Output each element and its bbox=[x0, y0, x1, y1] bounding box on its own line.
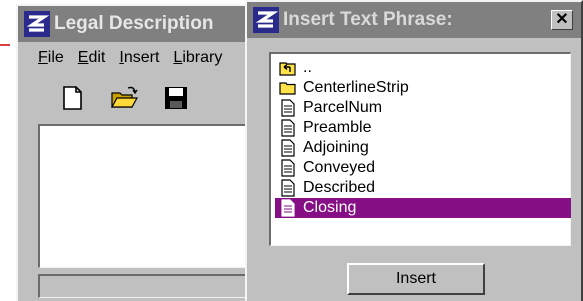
close-icon: ✕ bbox=[555, 11, 569, 28]
menu-file-label: ile bbox=[47, 49, 64, 66]
list-item-label: Closing bbox=[303, 199, 357, 216]
list-item-label: Conveyed bbox=[303, 159, 376, 176]
new-document-button[interactable] bbox=[58, 84, 86, 112]
list-item-selected[interactable]: Closing bbox=[275, 198, 571, 218]
insert-button[interactable]: Insert bbox=[347, 263, 485, 295]
menu-insert-label: nsert bbox=[123, 49, 160, 66]
app-logo-icon bbox=[24, 11, 50, 37]
insert-button-label: Insert bbox=[395, 270, 436, 287]
phrase-list[interactable]: .. CenterlineStrip ParcelNum Preamble Ad… bbox=[269, 52, 571, 246]
list-item[interactable]: Adjoining bbox=[275, 138, 571, 158]
list-item[interactable]: Conveyed bbox=[275, 158, 571, 178]
legal-description-window: Legal Description File Edit Insert Libra… bbox=[16, 4, 284, 301]
list-item-label: Preamble bbox=[303, 119, 372, 136]
document-icon bbox=[281, 99, 295, 117]
document-icon bbox=[281, 159, 295, 177]
list-item-label: Described bbox=[303, 179, 376, 196]
save-button[interactable] bbox=[162, 84, 190, 112]
list-item-label: .. bbox=[303, 59, 312, 76]
list-item[interactable]: Preamble bbox=[275, 118, 571, 138]
open-folder-icon bbox=[110, 86, 138, 108]
list-item[interactable]: .. bbox=[275, 58, 571, 78]
red-tick-mark bbox=[0, 44, 10, 46]
open-folder-button[interactable] bbox=[110, 84, 138, 112]
menu-file[interactable]: File bbox=[38, 49, 64, 67]
document-icon bbox=[281, 179, 295, 197]
legal-description-titlebar[interactable]: Legal Description bbox=[18, 6, 278, 42]
document-icon bbox=[281, 199, 295, 217]
dialog-titlebar[interactable]: Insert Text Phrase: bbox=[247, 2, 581, 38]
folder-icon bbox=[279, 82, 296, 95]
menu-edit[interactable]: Edit bbox=[78, 49, 106, 67]
document-icon bbox=[281, 139, 295, 157]
list-item[interactable]: CenterlineStrip bbox=[275, 78, 571, 98]
close-button[interactable]: ✕ bbox=[551, 10, 573, 30]
list-item-label: CenterlineStrip bbox=[303, 79, 409, 96]
parent-folder-icon bbox=[279, 62, 296, 76]
app-logo-icon bbox=[253, 7, 279, 33]
toolbar bbox=[58, 84, 190, 112]
list-item[interactable]: ParcelNum bbox=[275, 98, 571, 118]
list-item-label: Adjoining bbox=[303, 139, 369, 156]
menu-edit-mnemonic: E bbox=[77, 49, 89, 66]
legal-description-title: Legal Description bbox=[54, 13, 214, 34]
insert-text-phrase-dialog: Insert Text Phrase: ✕ .. CenterlineStrip… bbox=[245, 0, 583, 301]
list-item-label: ParcelNum bbox=[303, 99, 383, 116]
menu-file-mnemonic: F bbox=[38, 49, 48, 66]
menu-library-label: ibrary bbox=[182, 49, 223, 66]
document-icon bbox=[281, 119, 295, 137]
new-document-icon bbox=[63, 86, 82, 110]
menu-insert[interactable]: Insert bbox=[119, 49, 159, 67]
save-disk-icon bbox=[165, 87, 187, 109]
dialog-title: Insert Text Phrase: bbox=[283, 9, 453, 30]
list-item[interactable]: Described bbox=[275, 178, 571, 198]
menu-bar: File Edit Insert Library bbox=[18, 46, 278, 70]
menu-edit-label: dit bbox=[88, 49, 106, 66]
menu-library[interactable]: Library bbox=[173, 49, 222, 67]
menu-library-mnemonic: L bbox=[173, 49, 183, 66]
